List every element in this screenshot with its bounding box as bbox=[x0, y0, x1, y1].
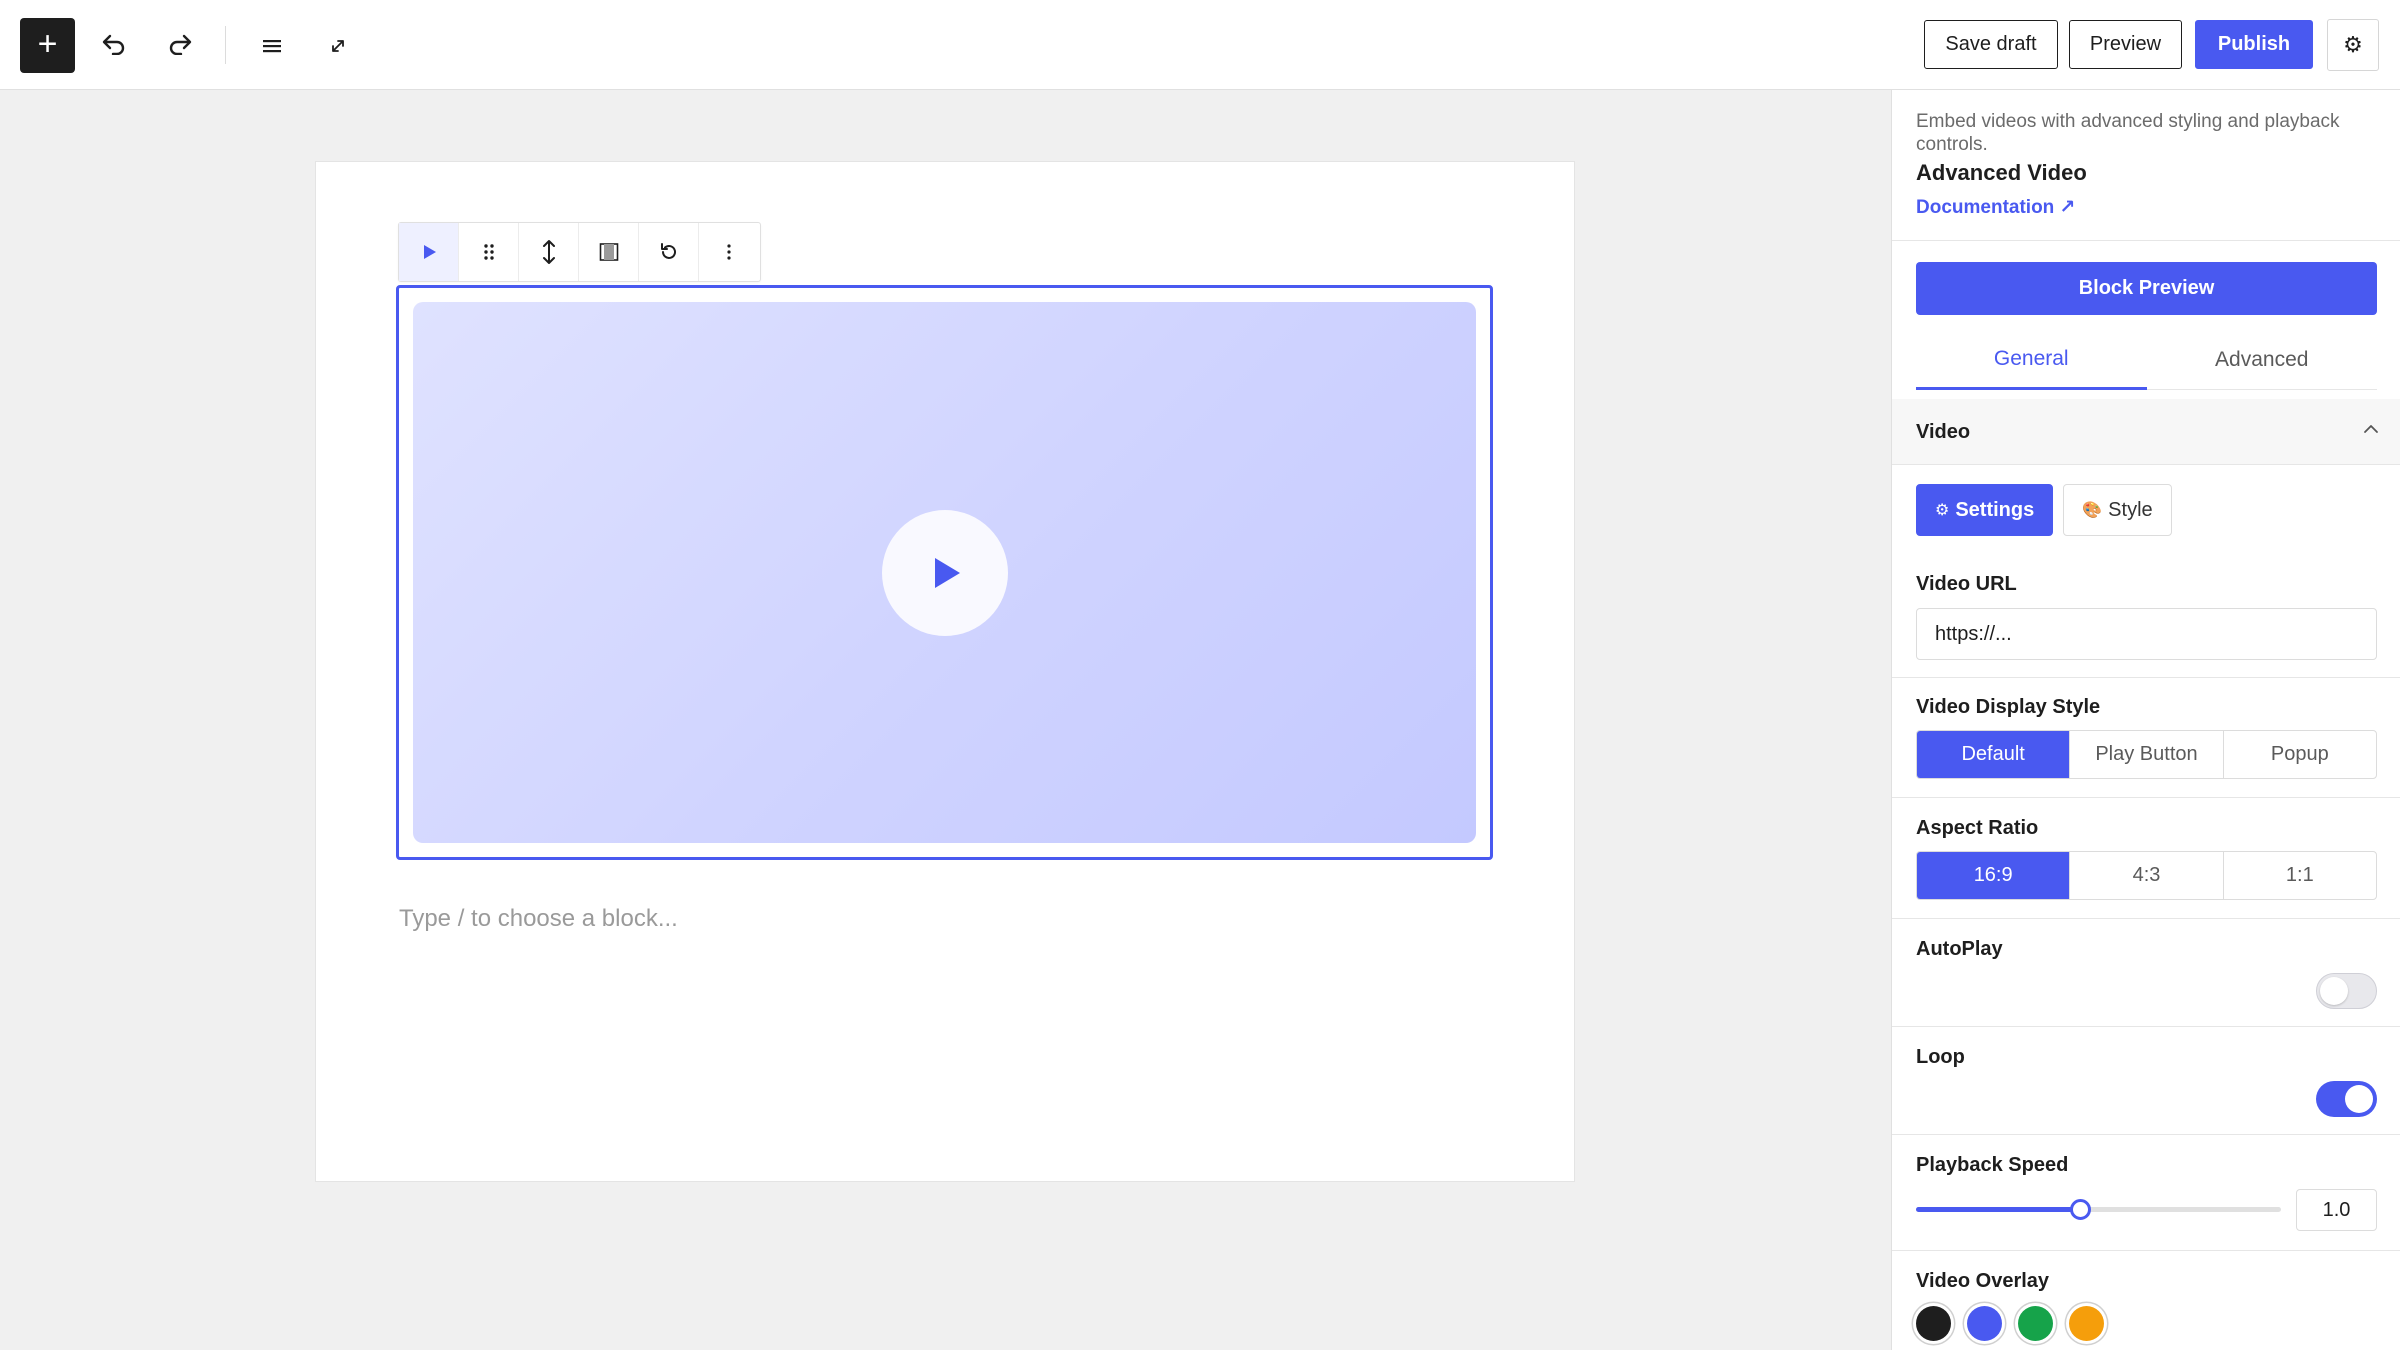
add-block-button[interactable]: + bbox=[20, 18, 75, 73]
tab-general[interactable]: General bbox=[1916, 330, 2147, 390]
video-url-label: Video URL bbox=[1916, 573, 2017, 595]
fullscreen-button[interactable] bbox=[316, 24, 360, 68]
divider bbox=[1892, 677, 2400, 678]
divider bbox=[1892, 918, 2400, 919]
toggle-knob bbox=[2345, 1085, 2373, 1113]
replace-button[interactable] bbox=[639, 223, 699, 281]
top-toolbar: + Save draft Preview Publish ⚙ bbox=[0, 0, 2400, 90]
chevron-up-icon bbox=[2363, 417, 2379, 440]
block-placeholder[interactable]: Type / to choose a block... bbox=[399, 905, 678, 933]
playback-speed-label: Playback Speed bbox=[1916, 1154, 2069, 1176]
block-title: Advanced Video bbox=[1916, 160, 2087, 185]
list-view-icon bbox=[263, 40, 281, 53]
aspect-ratio-label: Aspect Ratio bbox=[1916, 817, 2039, 839]
undo-icon bbox=[102, 34, 125, 55]
video-url-input[interactable] bbox=[1916, 608, 2377, 660]
video-block-icon bbox=[423, 245, 436, 259]
publish-button[interactable]: Publish bbox=[2195, 20, 2313, 69]
divider bbox=[1892, 1250, 2400, 1251]
redo-button[interactable] bbox=[158, 22, 202, 66]
tab-advanced[interactable]: Advanced bbox=[2146, 330, 2377, 390]
block-preview-button[interactable]: Block Preview bbox=[1916, 262, 2377, 315]
divider bbox=[1892, 240, 2400, 241]
overlay-swatch-1[interactable] bbox=[1916, 1306, 1951, 1341]
preview-button[interactable]: Preview bbox=[2069, 20, 2182, 69]
aspect-ratio-control: 16:9 4:3 1:1 bbox=[1916, 851, 2377, 900]
video-section-header[interactable]: Video bbox=[1892, 399, 2400, 465]
play-button[interactable] bbox=[881, 509, 1008, 636]
replace-icon bbox=[660, 243, 676, 259]
play-icon bbox=[934, 557, 960, 588]
divider bbox=[1892, 1026, 2400, 1027]
block-type-button[interactable] bbox=[399, 223, 459, 281]
display-style-play-button[interactable]: Play Button bbox=[2070, 731, 2224, 778]
autoplay-label: AutoPlay bbox=[1916, 938, 2003, 960]
subtab-settings[interactable]: ⚙ Settings bbox=[1916, 484, 2054, 536]
aspect-ratio-4-3[interactable]: 4:3 bbox=[2070, 852, 2224, 899]
aspect-ratio-1-1[interactable]: 1:1 bbox=[2224, 852, 2376, 899]
overlay-swatch-4[interactable] bbox=[2069, 1306, 2104, 1341]
subtab-style[interactable]: 🎨 Style bbox=[2063, 484, 2172, 536]
section-title: Video bbox=[1916, 421, 1971, 443]
settings-button[interactable]: ⚙ bbox=[2327, 19, 2379, 71]
display-style-label: Video Display Style bbox=[1916, 696, 2101, 718]
drag-handle[interactable] bbox=[459, 223, 519, 281]
overlay-swatch-2[interactable] bbox=[1967, 1306, 2002, 1341]
more-options-icon bbox=[727, 244, 731, 260]
playback-speed-slider[interactable] bbox=[1916, 1199, 2281, 1220]
drag-handle-icon bbox=[483, 244, 494, 260]
divider bbox=[1892, 1134, 2400, 1135]
video-preview bbox=[413, 302, 1476, 843]
sidebar-tabs: General Advanced bbox=[1916, 330, 2377, 390]
undo-button[interactable] bbox=[92, 22, 136, 66]
loop-label: Loop bbox=[1916, 1046, 1965, 1068]
gear-icon: ⚙ bbox=[1935, 502, 1950, 519]
align-button[interactable] bbox=[579, 223, 639, 281]
plus-icon: + bbox=[37, 24, 58, 63]
display-style-popup[interactable]: Popup bbox=[2224, 731, 2376, 778]
toolbar-divider bbox=[225, 26, 226, 64]
subtab-style-label: Style bbox=[2108, 498, 2153, 521]
divider bbox=[1892, 797, 2400, 798]
redo-icon bbox=[169, 34, 192, 55]
aspect-ratio-16-9[interactable]: 16:9 bbox=[1917, 852, 2071, 899]
autoplay-toggle[interactable] bbox=[2316, 973, 2377, 1009]
save-draft-button[interactable]: Save draft bbox=[1924, 20, 2058, 69]
section-subtabs: ⚙ Settings 🎨 Style bbox=[1916, 484, 2172, 536]
block-description: Embed videos with advanced styling and p… bbox=[1916, 111, 2340, 155]
palette-icon: 🎨 bbox=[2082, 502, 2103, 519]
more-options-button[interactable] bbox=[699, 223, 759, 281]
video-overlay-label: Video Overlay bbox=[1916, 1270, 2050, 1292]
display-style-control: Default Play Button Popup bbox=[1916, 730, 2377, 779]
slider-fill bbox=[1916, 1207, 2081, 1212]
slider-thumb[interactable] bbox=[2070, 1199, 2092, 1220]
subtab-settings-label: Settings bbox=[1955, 498, 2035, 521]
overlay-swatch-3[interactable] bbox=[2018, 1306, 2053, 1341]
documentation-link[interactable]: Documentation ↗ bbox=[1916, 196, 2075, 219]
overlay-color-swatches bbox=[1916, 1306, 2104, 1341]
playback-speed-input[interactable]: 1.0 bbox=[2296, 1189, 2377, 1231]
gear-icon: ⚙ bbox=[2343, 32, 2363, 57]
move-up-down-icon bbox=[542, 240, 555, 264]
block-toolbar bbox=[398, 222, 761, 282]
list-view-button[interactable] bbox=[250, 24, 294, 68]
video-block[interactable] bbox=[396, 285, 1493, 860]
align-icon bbox=[599, 243, 618, 261]
fullscreen-icon bbox=[332, 40, 344, 52]
display-style-default[interactable]: Default bbox=[1917, 731, 2071, 778]
toggle-knob bbox=[2320, 976, 2348, 1005]
move-block-button[interactable] bbox=[519, 223, 579, 281]
settings-sidebar: Embed videos with advanced styling and p… bbox=[1891, 90, 2400, 1350]
loop-toggle[interactable] bbox=[2316, 1081, 2377, 1117]
